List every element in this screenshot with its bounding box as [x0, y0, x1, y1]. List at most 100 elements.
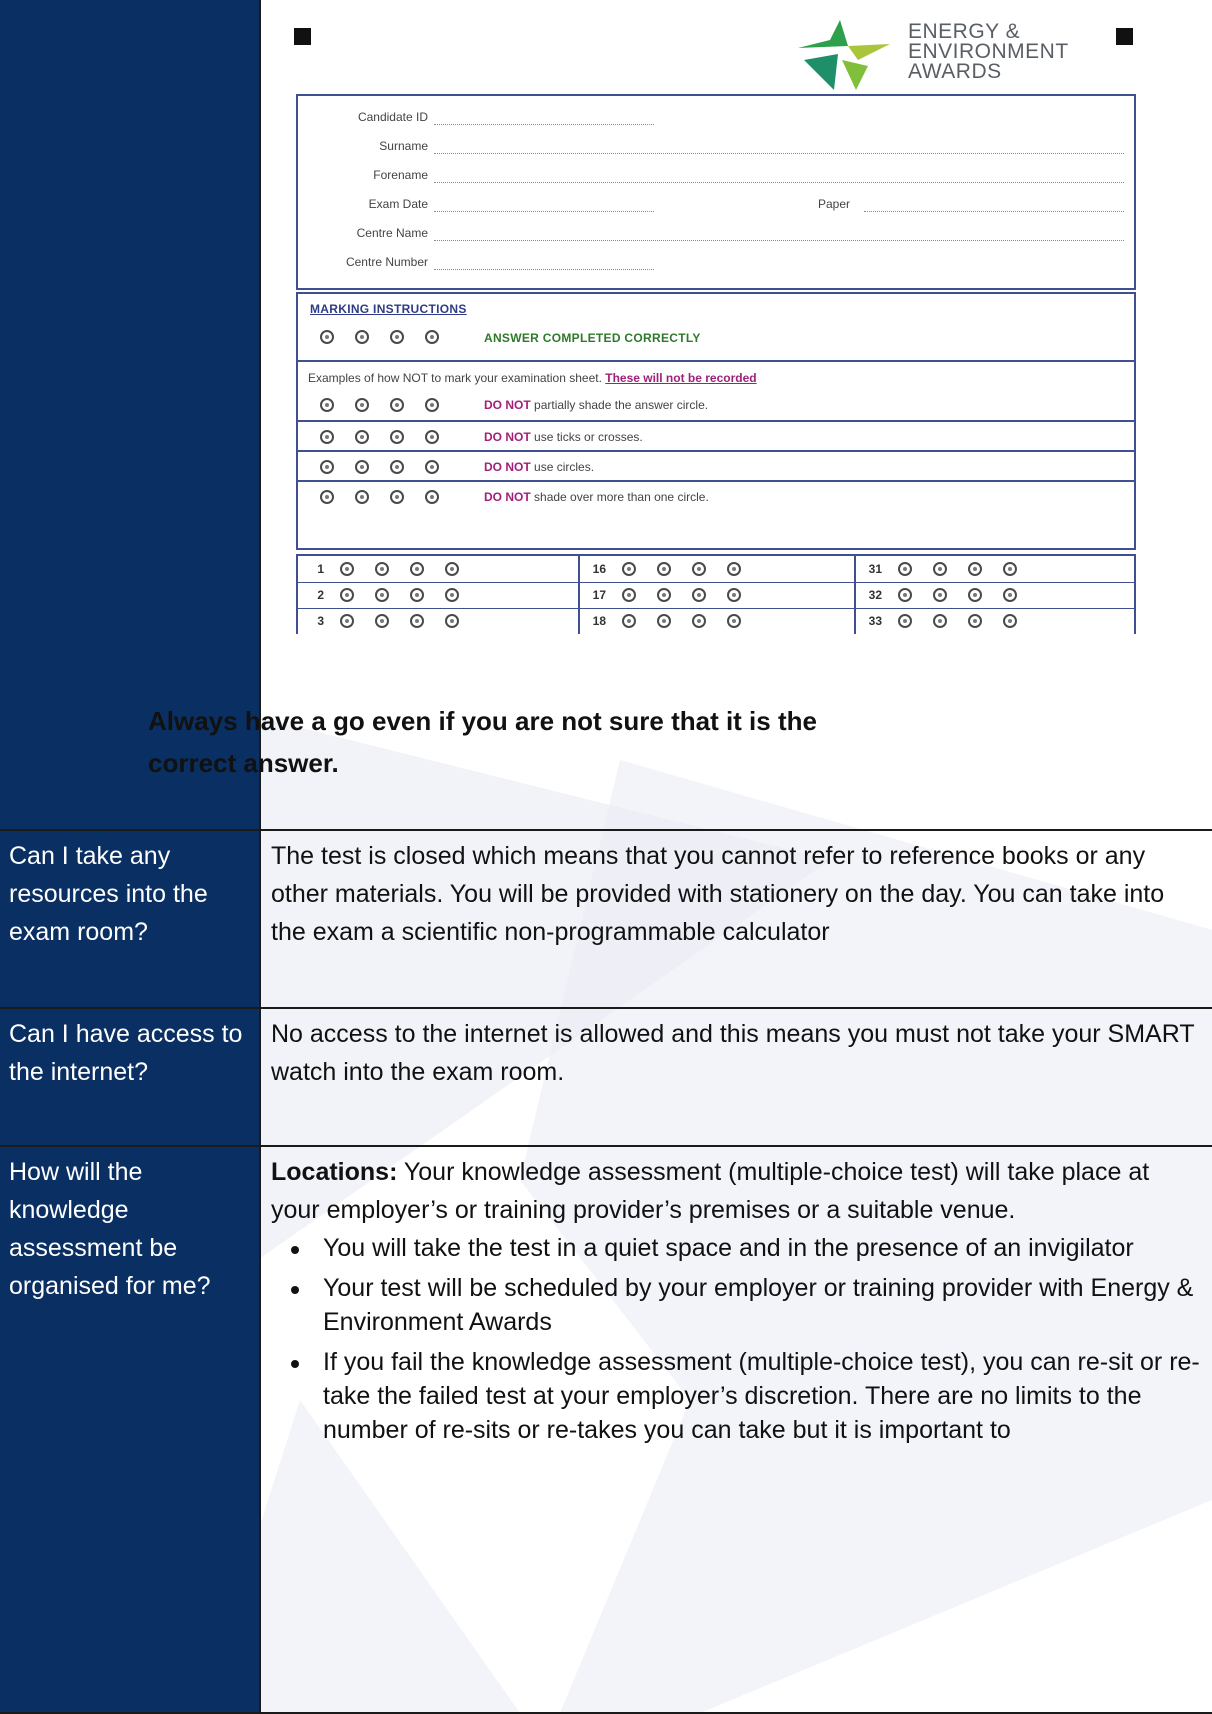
question-number: 2	[317, 588, 324, 602]
answer-circle-icon[interactable]	[933, 588, 947, 602]
correct-example-text: ANSWER COMPLETED CORRECTLY	[484, 331, 701, 345]
answer-circle-icon[interactable]	[445, 614, 459, 628]
answer-circle-icon[interactable]	[968, 562, 982, 576]
bullet-item: You will take the test in a quiet space …	[291, 1231, 1200, 1265]
centre-number-line[interactable]	[434, 269, 654, 270]
do-not-item: DO NOT use ticks or crosses.	[484, 430, 643, 444]
answer-circle-icon[interactable]	[410, 562, 424, 576]
answer-circle-icon	[355, 490, 369, 504]
question-cell: Can I take any resources into the exam r…	[0, 829, 261, 1009]
answer-circle-icon	[320, 430, 334, 444]
answer-circle-icon[interactable]	[692, 562, 706, 576]
answer-circle-icon[interactable]	[622, 588, 636, 602]
answer-circle-icon	[425, 490, 439, 504]
answer-circle-icon[interactable]	[898, 588, 912, 602]
answer-circle-icon	[390, 330, 404, 344]
answer-circle-icon[interactable]	[375, 562, 389, 576]
candidate-id-line[interactable]	[434, 124, 654, 125]
answer-sheet-image: ENERGY & ENVIRONMENT AWARDS Candidate ID…	[286, 0, 1141, 690]
answer-options[interactable]	[340, 562, 459, 576]
answer-circle-icon[interactable]	[445, 588, 459, 602]
answer-options[interactable]	[622, 614, 741, 628]
answer-circle-icon[interactable]	[410, 588, 424, 602]
not-examples-intro-row: Examples of how NOT to mark your examina…	[298, 360, 1134, 422]
answer-circle-icon	[320, 490, 334, 504]
answer-circle-icon	[425, 460, 439, 474]
answer-circle-icon[interactable]	[340, 562, 354, 576]
answer-circle-icon[interactable]	[727, 562, 741, 576]
example-circles	[320, 398, 439, 412]
logo-wordmark: ENERGY & ENVIRONMENT AWARDS	[908, 20, 1069, 82]
answer-options[interactable]	[898, 562, 1017, 576]
do-not-text: use circles.	[534, 460, 595, 474]
answer-circle-icon[interactable]	[898, 614, 912, 628]
surname-line[interactable]	[434, 153, 1124, 154]
faq-row: Can I have access to the internet? No ac…	[0, 1007, 1212, 1147]
answer-circle-icon[interactable]	[968, 614, 982, 628]
answer-circle-icon[interactable]	[622, 562, 636, 576]
answer-circle-icon[interactable]	[692, 588, 706, 602]
centre-number-label: Centre Number	[345, 255, 428, 269]
answer-circle-icon[interactable]	[375, 588, 389, 602]
answer-circle-icon[interactable]	[898, 562, 912, 576]
answer-circle-icon[interactable]	[692, 614, 706, 628]
logo-line: ENVIRONMENT	[908, 40, 1069, 63]
answer-circle-icon[interactable]	[933, 562, 947, 576]
answer-options[interactable]	[340, 588, 459, 602]
answer-options[interactable]	[622, 562, 741, 576]
answer-circle-icon[interactable]	[410, 614, 424, 628]
answer-grid-column: 1 2 3	[298, 556, 578, 634]
answer-circle-icon[interactable]	[933, 614, 947, 628]
answer-grid-column: 31 32 33	[856, 556, 1132, 634]
answer-circle-icon[interactable]	[1003, 614, 1017, 628]
do-not-text: partially shade the answer circle.	[534, 398, 709, 412]
not-recorded-warning: These will not be recorded	[605, 371, 757, 385]
answer-circle-icon[interactable]	[445, 562, 459, 576]
answer-circle-icon[interactable]	[622, 614, 636, 628]
do-not-keyword: DO NOT	[484, 460, 531, 474]
answer-circle-icon[interactable]	[968, 588, 982, 602]
answer-options[interactable]	[340, 614, 459, 628]
registration-mark-left	[294, 28, 311, 45]
answer-options[interactable]	[622, 588, 741, 602]
answer-circle-icon[interactable]	[657, 614, 671, 628]
answer-circle-icon[interactable]	[375, 614, 389, 628]
answer-circle-icon[interactable]	[657, 588, 671, 602]
tip-callout: Always have a go even if you are not sur…	[103, 700, 865, 800]
paper-label: Paper	[818, 197, 851, 211]
do-not-row: DO NOT shade over more than one circle.	[298, 480, 1134, 512]
paper-line[interactable]	[864, 211, 1124, 212]
do-not-row: DO NOT use ticks or crosses.	[298, 420, 1134, 452]
correct-example-circles	[320, 330, 439, 344]
answer-options[interactable]	[898, 588, 1017, 602]
question-number: 1	[317, 562, 324, 576]
exam-date-label: Exam Date	[368, 197, 428, 211]
exam-date-line[interactable]	[434, 211, 654, 212]
answer-circle-icon[interactable]	[727, 588, 741, 602]
faq-table: ENERGY & ENVIRONMENT AWARDS Candidate ID…	[0, 0, 1212, 1714]
centre-name-line[interactable]	[434, 240, 1124, 241]
example-circles	[320, 460, 439, 474]
answer-circle-icon	[425, 330, 439, 344]
bullet-item: If you fail the knowledge assessment (mu…	[291, 1345, 1200, 1447]
registration-mark-right	[1116, 28, 1133, 45]
answer-cell: The test is closed which means that you …	[259, 829, 1212, 1009]
answer-circle-icon	[425, 430, 439, 444]
answer-circle-icon[interactable]	[657, 562, 671, 576]
marking-instructions-heading: MARKING INSTRUCTIONS	[310, 302, 467, 316]
answer-circle-icon[interactable]	[340, 588, 354, 602]
logo-line: ENERGY &	[908, 20, 1021, 43]
forename-line[interactable]	[434, 182, 1124, 183]
answer-circle-icon[interactable]	[727, 614, 741, 628]
answer-options[interactable]	[898, 614, 1017, 628]
do-not-item: DO NOT shade over more than one circle.	[484, 490, 709, 504]
answer-circle-icon[interactable]	[1003, 562, 1017, 576]
example-circles	[320, 490, 439, 504]
faq-row: Can I take any resources into the exam r…	[0, 829, 1212, 1009]
not-examples-intro: Examples of how NOT to mark your examina…	[308, 371, 602, 385]
answer-sheet-cell: ENERGY & ENVIRONMENT AWARDS Candidate ID…	[103, 0, 1212, 831]
do-not-keyword: DO NOT	[484, 398, 531, 412]
do-not-item: DO NOT use circles.	[484, 460, 594, 474]
answer-circle-icon[interactable]	[1003, 588, 1017, 602]
answer-circle-icon[interactable]	[340, 614, 354, 628]
